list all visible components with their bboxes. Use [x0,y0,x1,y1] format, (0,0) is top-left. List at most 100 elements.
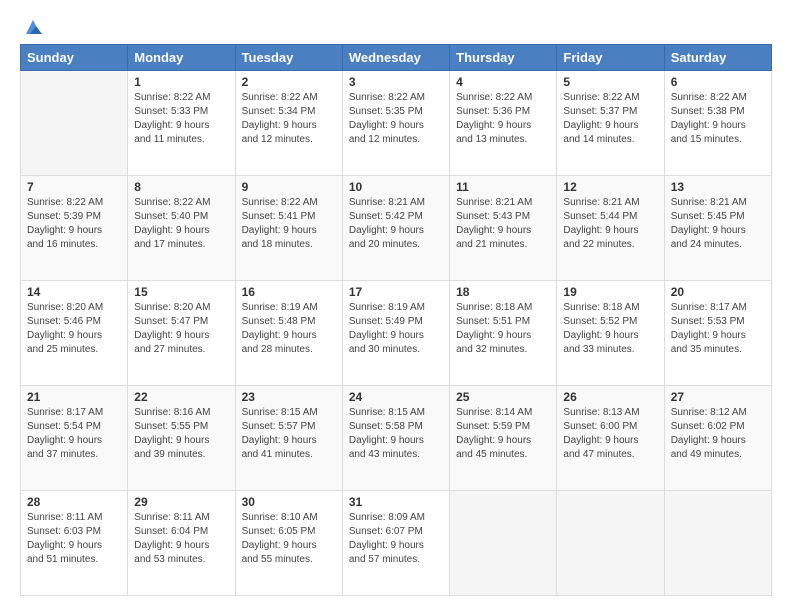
calendar-week-row: 7 Sunrise: 8:22 AMSunset: 5:39 PMDaylight… [21,176,772,281]
calendar-cell: 28 Sunrise: 8:11 AMSunset: 6:03 PMDayligh… [21,491,128,596]
day-info: Sunrise: 8:22 AMSunset: 5:37 PMDaylight:… [563,91,657,147]
calendar-cell: 10 Sunrise: 8:21 AMSunset: 5:42 PMDayligh… [342,176,449,281]
day-info: Sunrise: 8:19 AMSunset: 5:49 PMDaylight:… [349,301,443,357]
day-info: Sunrise: 8:18 AMSunset: 5:52 PMDaylight:… [563,301,657,357]
day-info: Sunrise: 8:11 AMSunset: 6:03 PMDaylight:… [27,511,121,567]
day-info: Sunrise: 8:19 AMSunset: 5:48 PMDaylight:… [242,301,336,357]
calendar-cell: 4 Sunrise: 8:22 AMSunset: 5:36 PMDaylight… [450,71,557,176]
calendar-cell: 12 Sunrise: 8:21 AMSunset: 5:44 PMDayligh… [557,176,664,281]
day-number: 26 [563,390,657,404]
calendar-cell [664,491,771,596]
calendar-cell: 5Sunrise: 8:22 AMSunset: 5:37 PMDaylight… [557,71,664,176]
day-info: Sunrise: 8:22 AMSunset: 5:41 PMDaylight:… [242,196,336,252]
page: SundayMondayTuesdayWednesdayThursdayFrid… [0,0,792,612]
day-info: Sunrise: 8:16 AMSunset: 5:55 PMDaylight:… [134,406,228,462]
day-number: 10 [349,180,443,194]
logo-icon [22,16,44,38]
day-info: Sunrise: 8:09 AMSunset: 6:07 PMDaylight:… [349,511,443,567]
header [20,16,772,34]
calendar-cell: 3 Sunrise: 8:22 AMSunset: 5:35 PMDaylight… [342,71,449,176]
calendar-cell: 20 Sunrise: 8:17 AMSunset: 5:53 PMDayligh… [664,281,771,386]
day-info: Sunrise: 8:20 AMSunset: 5:46 PMDaylight:… [27,301,121,357]
day-info: Sunrise: 8:22 AMSunset: 5:33 PMDaylight:… [134,91,228,147]
day-of-week-header: Wednesday [342,45,449,71]
day-number: 11 [456,180,550,194]
calendar-cell: 11 Sunrise: 8:21 AMSunset: 5:43 PMDayligh… [450,176,557,281]
day-info: Sunrise: 8:12 AMSunset: 6:02 PMDaylight:… [671,406,765,462]
logo-text [20,16,44,38]
calendar-cell: 9 Sunrise: 8:22 AMSunset: 5:41 PMDaylight… [235,176,342,281]
calendar-cell: 6 Sunrise: 8:22 AMSunset: 5:38 PMDaylight… [664,71,771,176]
calendar-cell: 15Sunrise: 8:20 AMSunset: 5:47 PMDayligh… [128,281,235,386]
day-number: 21 [27,390,121,404]
day-of-week-header: Thursday [450,45,557,71]
day-info: Sunrise: 8:10 AMSunset: 6:05 PMDaylight:… [242,511,336,567]
day-number: 24 [349,390,443,404]
day-number: 14 [27,285,121,299]
calendar-cell: 17 Sunrise: 8:19 AMSunset: 5:49 PMDayligh… [342,281,449,386]
calendar-cell: 8Sunrise: 8:22 AMSunset: 5:40 PMDaylight… [128,176,235,281]
calendar-cell: 22 Sunrise: 8:16 AMSunset: 5:55 PMDayligh… [128,386,235,491]
day-info: Sunrise: 8:21 AMSunset: 5:42 PMDaylight:… [349,196,443,252]
day-number: 6 [671,75,765,89]
day-of-week-header: Friday [557,45,664,71]
day-number: 19 [563,285,657,299]
day-info: Sunrise: 8:22 AMSunset: 5:36 PMDaylight:… [456,91,550,147]
calendar-cell: 16 Sunrise: 8:19 AMSunset: 5:48 PMDayligh… [235,281,342,386]
day-info: Sunrise: 8:15 AMSunset: 5:58 PMDaylight:… [349,406,443,462]
calendar: SundayMondayTuesdayWednesdayThursdayFrid… [20,44,772,596]
day-number: 15 [134,285,228,299]
day-number: 1 [134,75,228,89]
day-number: 28 [27,495,121,509]
day-of-week-header: Tuesday [235,45,342,71]
calendar-cell: 21 Sunrise: 8:17 AMSunset: 5:54 PMDayligh… [21,386,128,491]
day-info: Sunrise: 8:21 AMSunset: 5:44 PMDaylight:… [563,196,657,252]
calendar-week-row: 1 Sunrise: 8:22 AMSunset: 5:33 PMDaylight… [21,71,772,176]
calendar-cell: 26 Sunrise: 8:13 AMSunset: 6:00 PMDayligh… [557,386,664,491]
day-info: Sunrise: 8:22 AMSunset: 5:40 PMDaylight:… [134,196,228,252]
day-info: Sunrise: 8:22 AMSunset: 5:34 PMDaylight:… [242,91,336,147]
calendar-cell: 19 Sunrise: 8:18 AMSunset: 5:52 PMDayligh… [557,281,664,386]
day-of-week-header: Sunday [21,45,128,71]
calendar-cell [450,491,557,596]
day-number: 7 [27,180,121,194]
day-info: Sunrise: 8:17 AMSunset: 5:54 PMDaylight:… [27,406,121,462]
day-number: 20 [671,285,765,299]
day-number: 29 [134,495,228,509]
day-number: 2 [242,75,336,89]
day-number: 4 [456,75,550,89]
day-number: 12 [563,180,657,194]
day-info: Sunrise: 8:11 AMSunset: 6:04 PMDaylight:… [134,511,228,567]
logo [20,16,44,34]
day-info: Sunrise: 8:17 AMSunset: 5:53 PMDaylight:… [671,301,765,357]
day-info: Sunrise: 8:22 AMSunset: 5:38 PMDaylight:… [671,91,765,147]
calendar-cell: 29 Sunrise: 8:11 AMSunset: 6:04 PMDayligh… [128,491,235,596]
day-info: Sunrise: 8:13 AMSunset: 6:00 PMDaylight:… [563,406,657,462]
calendar-cell: 25 Sunrise: 8:14 AMSunset: 5:59 PMDayligh… [450,386,557,491]
calendar-cell: 23 Sunrise: 8:15 AMSunset: 5:57 PMDayligh… [235,386,342,491]
calendar-header-row: SundayMondayTuesdayWednesdayThursdayFrid… [21,45,772,71]
day-info: Sunrise: 8:21 AMSunset: 5:43 PMDaylight:… [456,196,550,252]
day-number: 3 [349,75,443,89]
day-number: 23 [242,390,336,404]
day-number: 13 [671,180,765,194]
day-info: Sunrise: 8:15 AMSunset: 5:57 PMDaylight:… [242,406,336,462]
calendar-cell: 7 Sunrise: 8:22 AMSunset: 5:39 PMDaylight… [21,176,128,281]
day-number: 9 [242,180,336,194]
day-number: 17 [349,285,443,299]
day-info: Sunrise: 8:14 AMSunset: 5:59 PMDaylight:… [456,406,550,462]
calendar-week-row: 28 Sunrise: 8:11 AMSunset: 6:03 PMDayligh… [21,491,772,596]
day-number: 31 [349,495,443,509]
day-number: 25 [456,390,550,404]
day-number: 16 [242,285,336,299]
calendar-cell [21,71,128,176]
calendar-cell: 2 Sunrise: 8:22 AMSunset: 5:34 PMDaylight… [235,71,342,176]
day-info: Sunrise: 8:22 AMSunset: 5:35 PMDaylight:… [349,91,443,147]
day-info: Sunrise: 8:18 AMSunset: 5:51 PMDaylight:… [456,301,550,357]
calendar-cell: 27Sunrise: 8:12 AMSunset: 6:02 PMDayligh… [664,386,771,491]
day-info: Sunrise: 8:22 AMSunset: 5:39 PMDaylight:… [27,196,121,252]
day-number: 22 [134,390,228,404]
calendar-cell: 1 Sunrise: 8:22 AMSunset: 5:33 PMDaylight… [128,71,235,176]
day-info: Sunrise: 8:21 AMSunset: 5:45 PMDaylight:… [671,196,765,252]
calendar-cell: 31 Sunrise: 8:09 AMSunset: 6:07 PMDayligh… [342,491,449,596]
